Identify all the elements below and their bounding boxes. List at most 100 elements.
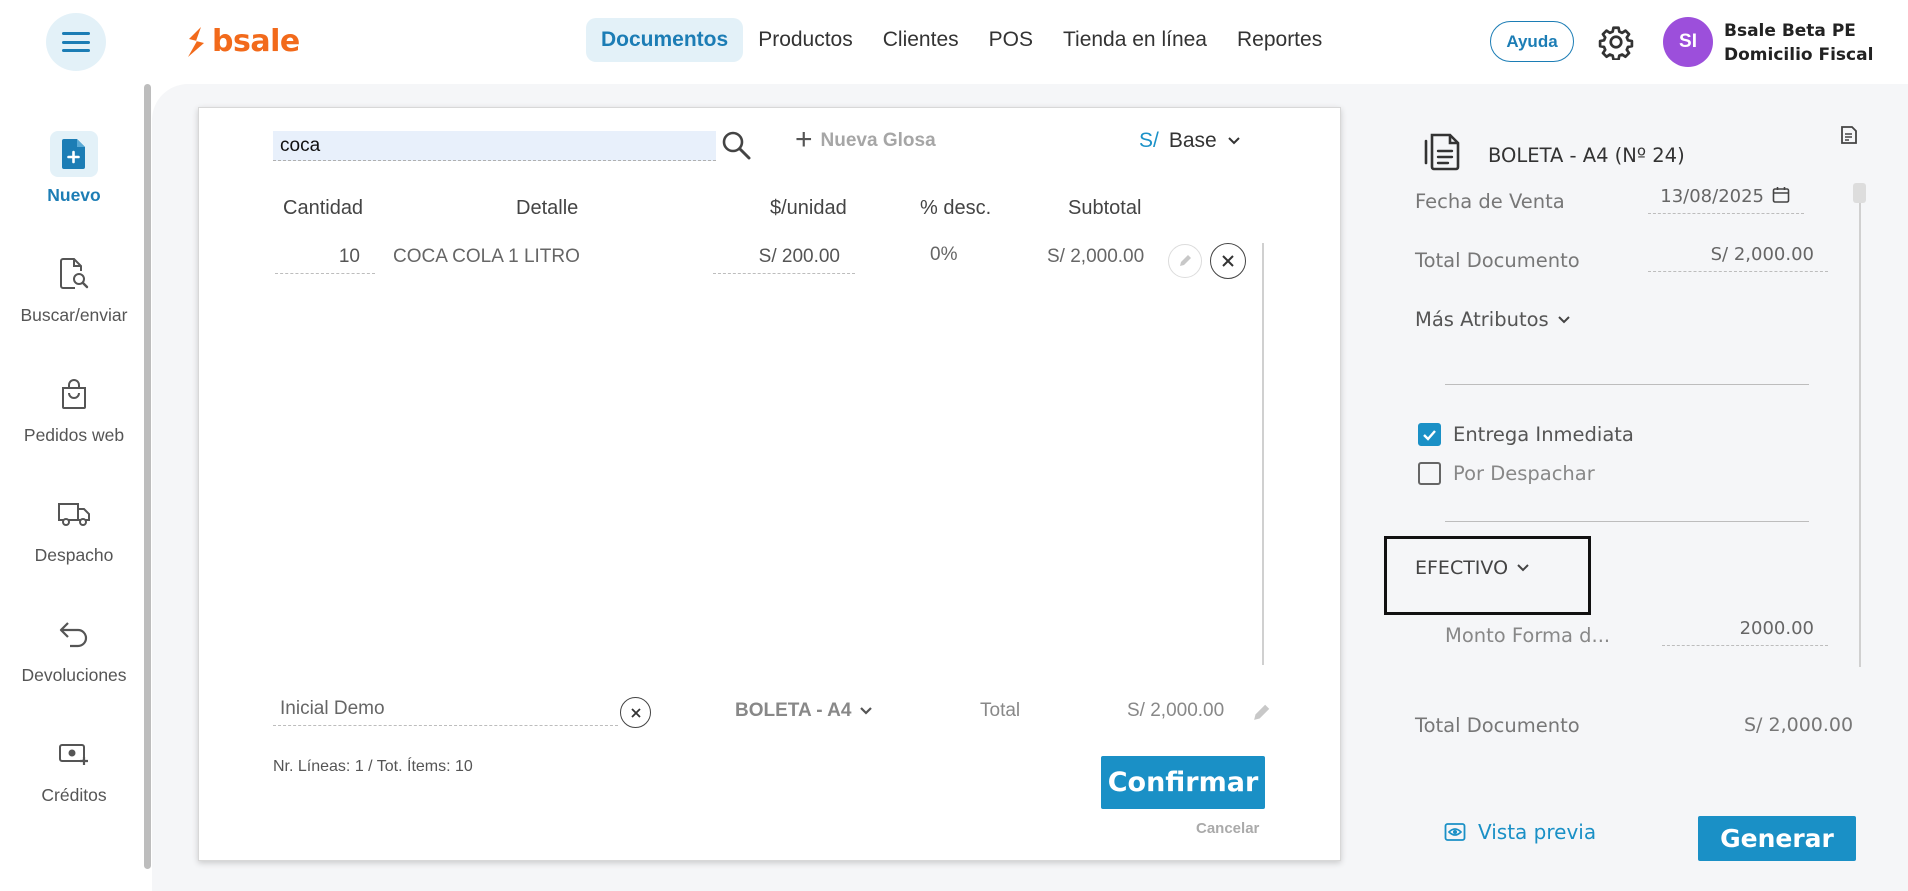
pencil-icon[interactable] <box>1250 702 1272 724</box>
por-despachar-checkbox[interactable]: Por Despachar <box>1418 462 1595 485</box>
note-edit-icon[interactable] <box>1838 124 1860 146</box>
sidebar-item-creditos[interactable]: Créditos <box>0 731 148 806</box>
column-header-unit-price: $/unidad <box>770 197 847 219</box>
avatar[interactable]: SI <box>1663 17 1713 67</box>
document-title: BOLETA - A4 (Nº 24) <box>1488 144 1685 167</box>
logo[interactable]: bsale <box>184 24 300 59</box>
line-discount[interactable]: 0% <box>930 244 957 266</box>
document-editor-card <box>198 107 1341 861</box>
help-button[interactable]: Ayuda <box>1490 21 1574 62</box>
cancel-link[interactable]: Cancelar <box>1196 820 1259 837</box>
sidebar-label: Buscar/enviar <box>20 305 128 325</box>
return-arrow-icon <box>59 622 88 648</box>
payment-method-dropdown[interactable]: EFECTIVO <box>1415 557 1530 579</box>
calendar-icon[interactable] <box>1772 186 1790 204</box>
checkbox-unchecked-icon <box>1418 462 1441 485</box>
sidebar: Nuevo Buscar/enviar Pedidos web Despacho… <box>0 84 148 891</box>
close-icon <box>1222 255 1234 267</box>
monto-forma-pago-input[interactable]: 2000.00 <box>1662 618 1828 646</box>
divider <box>1445 521 1809 522</box>
total-documento-summary-value: S/ 2,000.00 <box>1744 714 1854 736</box>
preview-eye-icon <box>1444 823 1466 841</box>
entrega-inmediata-checkbox[interactable]: Entrega Inmediata <box>1418 423 1634 446</box>
total-documento-label: Total Documento <box>1415 249 1580 272</box>
line-subtotal: S/ 2,000.00 <box>1047 246 1145 267</box>
sidebar-label: Devoluciones <box>21 665 127 685</box>
remove-line-button[interactable] <box>1210 243 1246 279</box>
shopping-bag-icon <box>62 379 86 409</box>
account-branch: Domicilio Fiscal <box>1724 45 1874 65</box>
panel-scrollbar-thumb[interactable] <box>1853 183 1866 203</box>
chevron-down-icon <box>860 707 873 715</box>
payment-method-label: EFECTIVO <box>1415 557 1509 579</box>
line-unit-price-input[interactable]: S/ 200.00 <box>713 246 855 274</box>
column-header-detalle: Detalle <box>516 197 579 219</box>
currency-symbol: S/ <box>1139 129 1159 152</box>
search-icon[interactable] <box>720 129 752 161</box>
edit-line-button[interactable] <box>1168 244 1202 278</box>
generar-button[interactable]: Generar <box>1698 816 1856 861</box>
total-documento-value: S/ 2,000.00 <box>1648 244 1828 272</box>
gear-icon[interactable] <box>1598 24 1634 60</box>
line-quantity-input[interactable]: 10 <box>275 246 375 274</box>
nav-tienda-en-linea[interactable]: Tienda en línea <box>1048 18 1222 62</box>
por-despachar-label: Por Despachar <box>1453 462 1595 485</box>
truck-icon <box>58 503 90 526</box>
total-label: Total <box>980 700 1021 721</box>
sidebar-label: Créditos <box>41 785 107 805</box>
document-list-icon <box>1424 133 1460 171</box>
sidebar-item-devoluciones[interactable]: Devoluciones <box>0 611 148 686</box>
document-type-label: BOLETA - A4 <box>735 700 852 721</box>
client-input[interactable]: Inicial Demo <box>273 698 618 726</box>
nav-reportes[interactable]: Reportes <box>1222 18 1337 62</box>
price-list-dropdown[interactable]: S/ Base <box>1139 129 1241 153</box>
monto-forma-pago-label: Monto Forma d... <box>1445 624 1611 647</box>
nav-productos[interactable]: Productos <box>743 18 868 62</box>
sidebar-label: Nuevo <box>47 185 101 205</box>
sidebar-label: Despacho <box>34 545 114 565</box>
nueva-glosa-button[interactable]: + Nueva Glosa <box>795 124 936 154</box>
chevron-down-icon <box>1517 564 1529 572</box>
menu-button[interactable] <box>46 13 106 71</box>
entrega-inmediata-label: Entrega Inmediata <box>1453 423 1634 446</box>
account-info[interactable]: Bsale Beta PE Domicilio Fiscal <box>1724 19 1873 67</box>
logo-text: bsale <box>212 24 300 59</box>
nav-documentos[interactable]: Documentos <box>586 18 744 62</box>
price-list-label: Base <box>1168 129 1217 152</box>
vista-previa-label: Vista previa <box>1478 820 1597 844</box>
product-search-input[interactable] <box>273 131 716 161</box>
pencil-icon <box>1180 255 1191 266</box>
search-document-icon <box>60 258 89 289</box>
column-header-cantidad: Cantidad <box>283 197 364 219</box>
clear-client-button[interactable] <box>620 697 651 728</box>
fecha-venta-input[interactable]: 13/08/2025 <box>1648 186 1804 214</box>
nav-pos[interactable]: POS <box>974 18 1048 62</box>
column-header-subtotal: Subtotal <box>1068 197 1142 219</box>
bsale-logo-icon <box>188 26 204 57</box>
account-name: Bsale Beta PE <box>1724 21 1856 41</box>
sidebar-item-despacho[interactable]: Despacho <box>0 491 148 566</box>
sidebar-item-pedidos-web[interactable]: Pedidos web <box>0 371 148 446</box>
column-header-discount: % desc. <box>920 197 992 219</box>
mas-atributos-toggle[interactable]: Más Atributos <box>1415 308 1571 331</box>
sidebar-scrollbar[interactable] <box>144 84 151 869</box>
hamburger-icon <box>62 32 90 52</box>
chevron-down-icon <box>1228 137 1240 145</box>
top-bar: bsale Documentos Productos Clientes POS … <box>0 0 1908 84</box>
new-document-icon <box>62 139 85 169</box>
close-icon <box>630 707 641 718</box>
checkbox-checked-icon <box>1418 423 1441 446</box>
document-type-dropdown[interactable]: BOLETA - A4 <box>735 700 873 722</box>
vista-previa-button[interactable]: Vista previa <box>1444 820 1596 844</box>
fecha-venta-value: 13/08/2025 <box>1660 186 1764 207</box>
sidebar-item-nuevo[interactable]: Nuevo <box>0 131 148 206</box>
fecha-venta-label: Fecha de Venta <box>1415 190 1565 213</box>
confirm-button[interactable]: Confirmar <box>1101 756 1265 809</box>
divider <box>1445 384 1809 385</box>
sidebar-label: Pedidos web <box>23 425 125 445</box>
nav-clientes[interactable]: Clientes <box>868 18 974 62</box>
line-detail[interactable]: COCA COLA 1 LITRO <box>393 246 580 268</box>
panel-scrollbar-track[interactable] <box>1859 183 1861 667</box>
chevron-down-icon <box>1557 315 1570 323</box>
sidebar-item-buscar-enviar[interactable]: Buscar/enviar <box>0 251 148 326</box>
